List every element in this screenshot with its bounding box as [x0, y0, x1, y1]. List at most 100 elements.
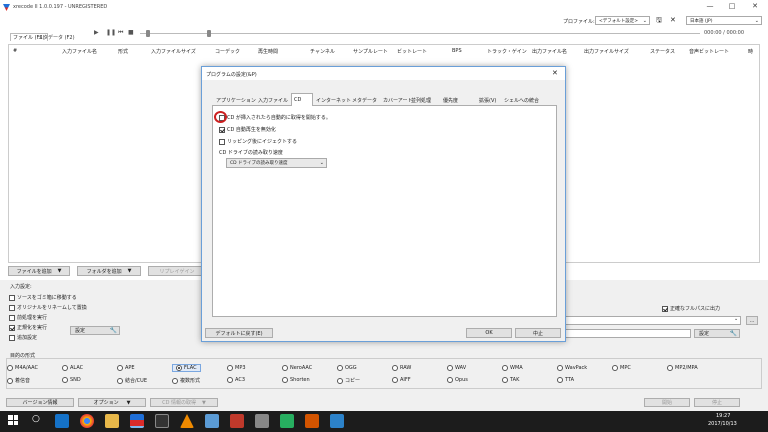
input-option-checkbox[interactable]: オリジナルをリネームして置換	[9, 304, 87, 311]
settings-button-2[interactable]: 設定 🔧	[694, 329, 740, 338]
column-header[interactable]: BPS	[452, 48, 462, 54]
tab-metadata[interactable]: メタデータ (F2)	[38, 34, 75, 42]
format-radio[interactable]: AIFF	[392, 377, 411, 383]
column-header[interactable]: ステータス	[650, 48, 675, 55]
radio-circle[interactable]	[227, 365, 233, 371]
radio-circle[interactable]	[282, 377, 288, 383]
input-option-checkbox[interactable]: 前処理を実行	[9, 314, 47, 321]
column-header[interactable]: 時	[748, 48, 753, 55]
dialog-tab[interactable]: カバーアート	[381, 95, 413, 105]
app-icon-3[interactable]	[255, 414, 269, 428]
radio-circle[interactable]	[62, 365, 68, 371]
app-icon-4[interactable]	[280, 414, 294, 428]
radio-circle[interactable]	[392, 377, 398, 383]
radio-circle[interactable]	[62, 377, 68, 383]
column-header[interactable]: サンプルレート	[353, 48, 388, 55]
format-radio[interactable]: Shorten	[282, 377, 310, 383]
format-radio[interactable]: FLAC	[172, 364, 201, 372]
column-header[interactable]: トラック・ゲイン	[487, 48, 527, 55]
speed-select[interactable]: CD ドライブの読み取り速度 ⌄	[226, 158, 327, 168]
radio-circle[interactable]	[612, 365, 618, 371]
stop-icon[interactable]: ■	[128, 29, 134, 36]
version-info-button[interactable]: バージョン情報	[6, 398, 74, 407]
full-path-checkbox[interactable]: 正確なフルパスに出力	[662, 305, 720, 312]
radio-circle[interactable]	[447, 365, 453, 371]
radio-circle[interactable]	[227, 377, 233, 383]
app-icon-6[interactable]	[330, 414, 344, 428]
radio-circle[interactable]	[117, 377, 123, 384]
ok-button[interactable]: OK	[466, 328, 512, 338]
dialog-option-checkbox[interactable]: リッピング後にイジェクトする	[219, 138, 297, 145]
column-header[interactable]: #	[13, 48, 17, 54]
dialog-tab[interactable]: 優先度	[441, 95, 477, 105]
format-radio[interactable]: WAV	[447, 365, 466, 371]
seek-bar[interactable]	[140, 33, 700, 34]
radio-circle[interactable]	[7, 377, 13, 384]
dialog-tab[interactable]: 入力ファイル	[256, 95, 291, 105]
format-radio[interactable]: 着信音	[7, 377, 30, 384]
search-icon[interactable]: ○	[32, 414, 40, 424]
add-folder-button[interactable]: フォルダを追加 ▼	[77, 266, 141, 276]
seek-handle[interactable]	[146, 30, 150, 37]
full-path-box[interactable]	[662, 305, 668, 312]
profile-select[interactable]: <デフォルト設定> ⌄	[595, 16, 650, 25]
dialog-tab[interactable]: 拡張(V)	[477, 95, 502, 105]
minimize-icon[interactable]: —	[704, 2, 716, 12]
dialog-tab[interactable]: アプリケーション	[214, 95, 256, 105]
checkbox-box[interactable]	[219, 138, 225, 145]
column-header[interactable]: コーデック	[215, 48, 240, 55]
dialog-option-checkbox[interactable]: CD が挿入されたら自動的に取得を開始する。	[219, 114, 331, 121]
radio-circle[interactable]	[337, 365, 343, 371]
stop-button[interactable]: 停止	[694, 398, 740, 407]
add-file-button[interactable]: ファイルを追加 ▼	[8, 266, 70, 276]
column-header[interactable]: チャンネル	[310, 48, 335, 55]
cd-get-button[interactable]: CD 情報の取得 ▼	[150, 398, 218, 407]
xrecode-taskbar-icon[interactable]	[130, 414, 144, 428]
format-radio[interactable]: RAW	[392, 365, 411, 371]
language-select[interactable]: 日本語 (JP) ⌄	[686, 16, 762, 25]
default-button[interactable]: デフォルトに戻す(E)	[205, 328, 273, 338]
radio-circle[interactable]	[117, 365, 123, 371]
column-header[interactable]: ビットレート	[397, 48, 427, 55]
radio-circle[interactable]	[502, 365, 508, 371]
input-option-checkbox[interactable]: 正規化を実行	[9, 324, 47, 331]
checkbox-box[interactable]	[9, 304, 15, 311]
format-radio[interactable]: M4A/AAC	[7, 365, 38, 371]
dialog-tab[interactable]: シェルへの統合	[502, 95, 557, 105]
format-radio[interactable]: TTA	[557, 377, 574, 383]
radio-circle[interactable]	[392, 365, 398, 371]
pause-icon[interactable]: ❚❚	[106, 29, 116, 36]
dialog-tab[interactable]: 並列処理	[409, 95, 441, 105]
column-header[interactable]: 入力ファイルサイズ	[151, 48, 196, 55]
output-path-chevron-icon[interactable]: ⌄	[734, 316, 738, 322]
format-radio[interactable]: 複数形式	[172, 377, 200, 384]
options-button[interactable]: オプション ▼	[78, 398, 146, 407]
format-radio[interactable]: WavPack	[557, 365, 587, 371]
radio-circle[interactable]	[282, 365, 288, 371]
format-radio[interactable]: ALAC	[62, 365, 83, 371]
format-radio[interactable]: TAK	[502, 377, 519, 383]
play-icon[interactable]: ▶	[94, 29, 99, 36]
radio-circle[interactable]	[447, 377, 453, 383]
cancel-button[interactable]: 中止	[515, 328, 561, 338]
radio-circle[interactable]	[557, 377, 563, 383]
checkbox-box[interactable]	[219, 126, 225, 133]
format-radio[interactable]: AC3	[227, 377, 245, 383]
radio-circle[interactable]	[172, 377, 178, 384]
explorer-icon[interactable]	[105, 414, 119, 428]
save-profile-icon[interactable]: 🖫	[656, 16, 662, 27]
media-icon[interactable]	[155, 414, 169, 428]
radio-circle[interactable]	[557, 365, 563, 371]
format-radio[interactable]: MPC	[612, 365, 631, 371]
radio-circle[interactable]	[337, 377, 343, 384]
column-header[interactable]: 音声ビットレート	[689, 48, 729, 55]
column-header[interactable]: 再生時間	[258, 48, 278, 55]
chrome-icon[interactable]	[80, 414, 94, 428]
column-header[interactable]: 出力ファイル名	[532, 48, 567, 55]
dialog-close-icon[interactable]: ✕	[552, 69, 558, 77]
radio-circle[interactable]	[176, 365, 182, 371]
checkbox-box[interactable]	[9, 314, 15, 321]
format-radio[interactable]: OGG	[337, 365, 357, 371]
column-header[interactable]: 形式	[118, 48, 128, 55]
delete-profile-icon[interactable]: ✕	[670, 16, 676, 24]
